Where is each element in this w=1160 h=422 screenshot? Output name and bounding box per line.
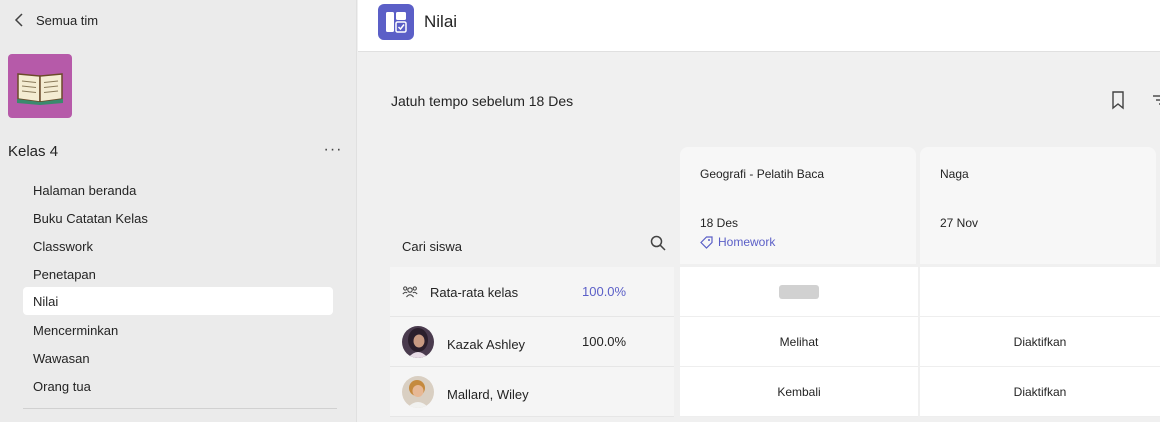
sidebar-item-orang-tua[interactable]: Orang tua	[23, 372, 333, 400]
sidebar-item-classwork[interactable]: Classwork	[23, 232, 333, 260]
team-avatar	[8, 54, 72, 118]
chevron-left-icon	[14, 13, 23, 27]
back-to-all-teams-link[interactable]: Semua tim	[14, 10, 98, 30]
sidebar-item-buku-catatan-kelas[interactable]: Buku Catatan Kelas	[23, 204, 333, 232]
assignment-due-date: 27 Nov	[940, 216, 979, 230]
class-average-cell: Rata-rata kelas 100.0%	[390, 267, 674, 317]
sidebar-item-mencerminkan[interactable]: Mencerminkan	[23, 316, 333, 344]
grade-cell[interactable]: Diaktifkan	[920, 367, 1160, 417]
student-cell[interactable]: Mallard, Wiley	[390, 367, 674, 417]
grade-cell[interactable]: Diaktifkan	[920, 317, 1160, 367]
assignment-title[interactable]: Naga	[940, 167, 969, 181]
filter-icon[interactable]	[1151, 92, 1160, 108]
submission-status: Melihat	[779, 334, 819, 349]
back-label: Semua tim	[36, 12, 99, 28]
submission-status: Kembali	[777, 384, 821, 399]
people-group-icon	[402, 286, 418, 298]
sidebar-item-penetapan[interactable]: Penetapan	[23, 260, 333, 288]
class-average-row: Rata-rata kelas 100.0%	[390, 267, 1160, 317]
due-filter-label: Jatuh tempo sebelum 18 Des	[391, 93, 574, 109]
assignment-tag-label: Homework	[718, 235, 776, 249]
grade-cell[interactable]	[680, 267, 918, 317]
student-name[interactable]: Mallard, Wiley	[447, 387, 529, 402]
tag-icon	[700, 235, 713, 249]
submission-status: Diaktifkan	[1013, 384, 1067, 399]
avatar	[402, 376, 434, 408]
student-name[interactable]: Kazak Ashley	[447, 337, 525, 352]
sidebar-item-wawasan[interactable]: Wawasan	[23, 344, 333, 372]
book-icon	[17, 73, 63, 105]
student-cell[interactable]: Kazak Ashley 100.0%	[390, 317, 674, 367]
sidebar-divider	[23, 408, 337, 409]
assignment-due-date: 18 Des	[700, 216, 739, 230]
submission-status: Diaktifkan	[1013, 334, 1067, 349]
student-grade: 100.0%	[582, 334, 627, 349]
assignment-column-header[interactable]: Geografi - Pelatih Baca 18 Des Homework	[680, 147, 916, 264]
grades-app-icon	[378, 4, 414, 40]
sidebar-item-nilai[interactable]: Nilai	[23, 287, 333, 315]
average-placeholder-chip	[779, 284, 819, 299]
sidebar-item-halaman-beranda[interactable]: Halaman beranda	[23, 176, 333, 204]
grade-cell[interactable]: Kembali	[680, 367, 918, 417]
student-row: Mallard, Wiley Kembali Diaktifkan	[390, 367, 1160, 417]
grade-cell[interactable]: Melihat	[680, 317, 918, 367]
team-name: Kelas 4	[8, 143, 59, 160]
assignment-title[interactable]: Geografi - Pelatih Baca	[700, 167, 824, 181]
avatar	[402, 326, 434, 358]
student-search-input[interactable]: Cari siswa	[402, 239, 462, 254]
more-options-button[interactable]: ···	[322, 140, 344, 160]
page-title: Nilai	[424, 12, 458, 31]
grade-cell[interactable]	[920, 267, 1160, 317]
app-header: Nilai	[358, 0, 1160, 52]
search-icon[interactable]	[649, 234, 667, 252]
assignment-column-header[interactable]: Naga 27 Nov	[920, 147, 1156, 264]
class-average-label: Rata-rata kelas	[430, 285, 519, 300]
assignment-tag[interactable]: Homework	[700, 235, 775, 249]
bookmark-icon[interactable]	[1109, 90, 1127, 110]
class-average-value: 100.0%	[582, 284, 627, 299]
sidebar: Semua tim Kelas 4 ··· Halaman beranda Bu…	[0, 0, 357, 422]
student-row: Kazak Ashley 100.0% Melihat Diaktifkan	[390, 317, 1160, 367]
